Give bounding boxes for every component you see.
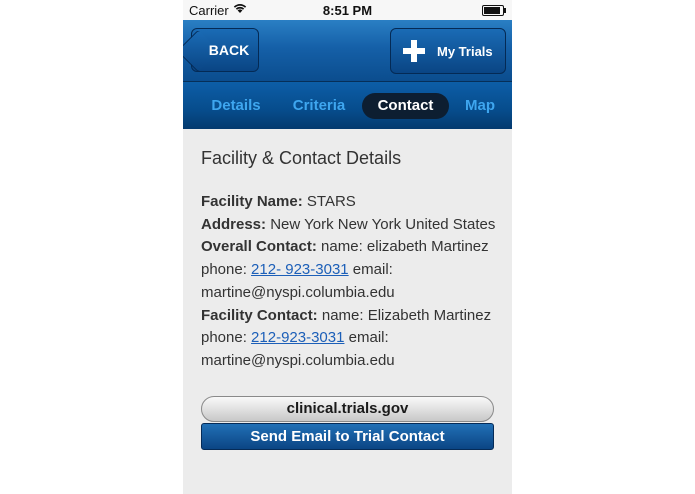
send-email-button[interactable]: Send Email to Trial Contact [201,423,494,450]
facility-name-value: STARS [302,193,356,210]
tab-details[interactable]: Details [205,93,267,119]
status-bar: Carrier 8:51 PM [183,0,512,20]
battery-icon [482,5,506,16]
tab-map[interactable]: Map [460,93,500,119]
details-text: Facility Name: STARS Address: New York N… [201,191,501,373]
facility-contact-phone-link[interactable]: 212-923-3031 [251,329,344,346]
back-button-label: BACK [208,42,250,58]
phone-screen: Carrier 8:51 PM BACK My Trials Details C… [183,0,512,494]
address-label: Address: [201,215,267,233]
navigation-bar: BACK My Trials [183,20,512,82]
contact-details: Facility & Contact Details Facility Name… [201,148,501,373]
facility-name-label: Facility Name: [201,193,303,210]
address-value: New York New York United States [266,215,496,233]
back-button[interactable]: BACK [183,28,259,73]
tab-criteria[interactable]: Criteria [287,93,351,119]
overall-contact-label: Overall Contact: [201,238,317,256]
my-trials-button[interactable]: My Trials [390,28,506,74]
tab-bar: Details Criteria Contact Map [183,82,512,129]
clock: 8:51 PM [322,3,373,18]
plus-icon [403,40,425,62]
my-trials-label: My Trials [437,44,493,59]
tab-contact[interactable]: Contact [362,93,449,119]
overall-contact-phone-link[interactable]: 212- 923-3031 [251,261,349,278]
clinical-trials-button[interactable]: clinical.trials.gov [201,396,494,422]
facility-contact-label: Facility Contact: [201,306,318,324]
page-title: Facility & Contact Details [201,148,402,168]
